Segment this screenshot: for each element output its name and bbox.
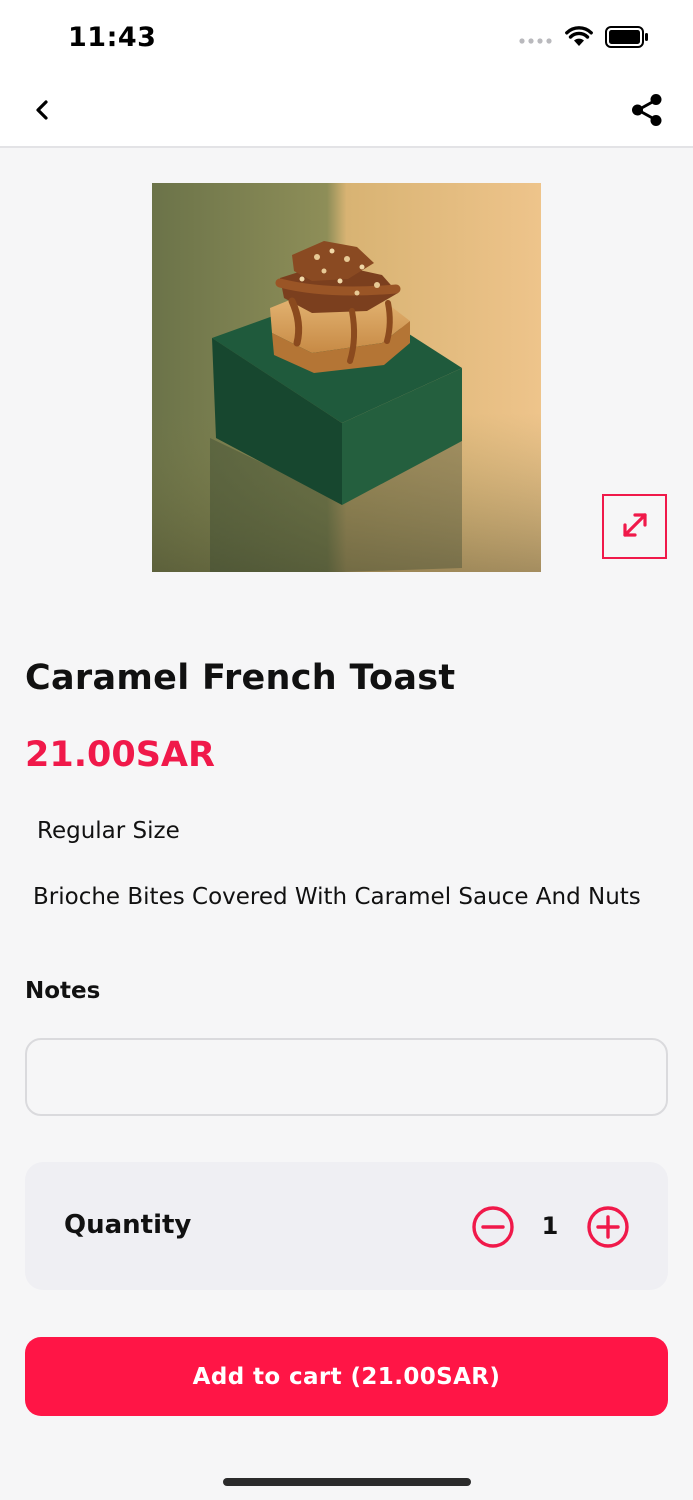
notes-input[interactable] <box>25 1038 668 1116</box>
product-title: Caramel French Toast <box>25 658 456 698</box>
notes-label: Notes <box>25 978 101 1004</box>
product-price: 21.00SAR <box>25 735 215 775</box>
battery-icon <box>605 26 649 52</box>
status-bar: 11:43 <box>0 0 693 78</box>
add-to-cart-button[interactable]: Add to cart (21.00SAR) <box>25 1337 668 1416</box>
product-image <box>152 183 541 572</box>
status-icons <box>519 26 649 52</box>
increase-quantity-button[interactable] <box>586 1205 630 1249</box>
nav-bar <box>0 78 693 148</box>
quantity-card: Quantity 1 <box>25 1162 668 1290</box>
expand-icon <box>618 508 652 546</box>
decrease-quantity-button[interactable] <box>471 1205 515 1249</box>
plus-circle-icon <box>586 1206 630 1253</box>
home-indicator <box>223 1478 471 1486</box>
quantity-value: 1 <box>541 1212 559 1240</box>
share-icon <box>630 93 664 131</box>
back-button[interactable] <box>22 92 62 132</box>
minus-circle-icon <box>471 1206 515 1253</box>
chevron-left-icon <box>34 99 50 125</box>
status-time: 11:43 <box>68 22 157 53</box>
product-size: Regular Size <box>37 818 180 844</box>
quantity-label: Quantity <box>64 1210 192 1240</box>
expand-image-button[interactable] <box>602 494 667 559</box>
product-description: Brioche Bites Covered With Caramel Sauce… <box>33 884 641 910</box>
cellular-signal-icon <box>519 30 553 49</box>
wifi-icon <box>565 26 593 52</box>
share-button[interactable] <box>625 92 669 132</box>
